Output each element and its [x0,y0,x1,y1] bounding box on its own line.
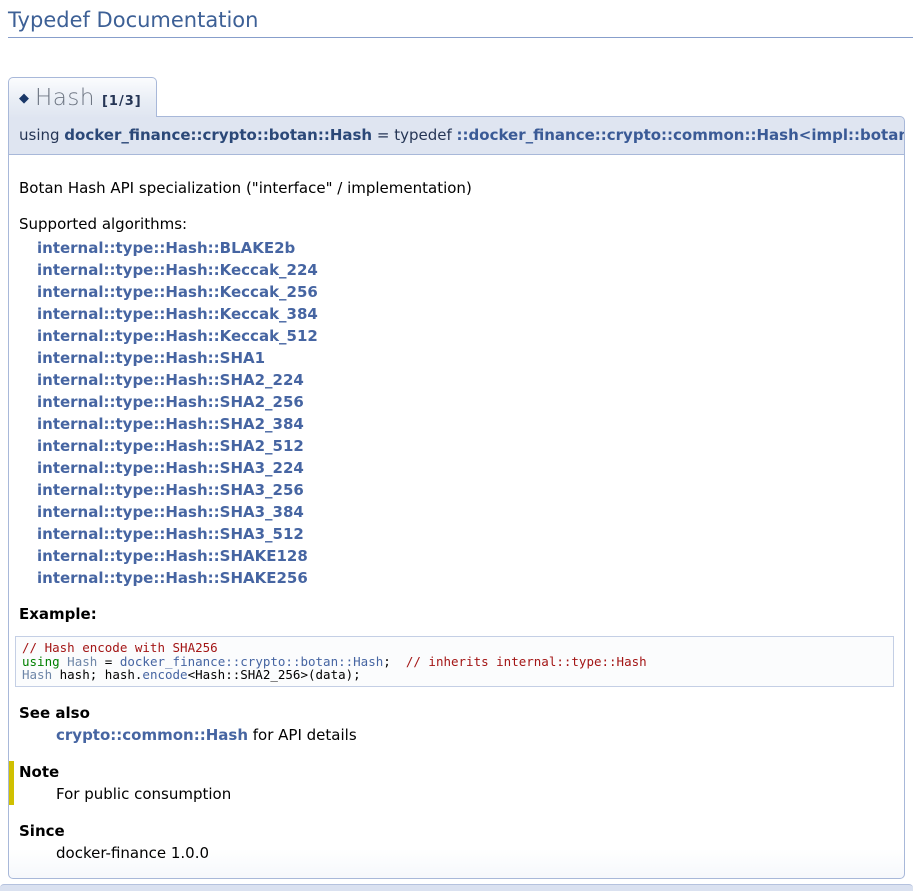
algorithm-link[interactable]: internal::type::Hash::SHA2_256 [37,391,894,413]
see-also-link[interactable]: crypto::common::Hash [56,726,248,744]
algorithm-list: internal::type::Hash::BLAKE2binternal::t… [37,237,894,589]
code-encode-link[interactable]: encode [142,667,187,682]
algorithm-link[interactable]: internal::type::Hash::Keccak_512 [37,325,894,347]
algorithm-link[interactable]: internal::type::Hash::Keccak_384 [37,303,894,325]
algorithm-link[interactable]: internal::type::Hash::Keccak_224 [37,259,894,281]
code-inline-comment: // inherits internal::type::Hash [406,654,647,669]
algorithm-link[interactable]: internal::type::Hash::SHA2_384 [37,413,894,435]
member-name: Hash [35,85,95,111]
algorithm-link[interactable]: internal::type::Hash::SHA1 [37,347,894,369]
algorithm-link[interactable]: internal::type::Hash::SHAKE256 [37,567,894,589]
note-text: For public consumption [56,785,894,803]
proto-target-link[interactable]: ::docker_finance::crypto::common::Hash<i… [457,126,905,144]
page-title: Typedef Documentation [8,8,913,38]
since-section: Since docker-finance 1.0.0 [19,820,894,864]
member-tab: ◆ Hash [1/3] [8,77,157,117]
code-plain-text: hash; hash. [52,667,142,682]
since-label: Since [19,822,894,840]
see-also-text: for API details [248,726,357,744]
proto-typedef-name: docker_finance::crypto::botan::Hash [64,126,372,144]
algorithm-link[interactable]: internal::type::Hash::SHA2_512 [37,435,894,457]
note-section: Note For public consumption [9,761,894,805]
algorithm-link[interactable]: internal::type::Hash::SHAKE128 [37,545,894,567]
member-doc: Botan Hash API specialization ("interfac… [8,155,905,879]
proto-using-keyword: using [19,126,64,144]
since-text: docker-finance 1.0.0 [56,844,894,862]
next-member-divider [0,884,913,891]
code-line-2: using Hash = docker_finance::crypto::bot… [22,655,887,669]
algorithm-link[interactable]: internal::type::Hash::BLAKE2b [37,237,894,259]
proto-equals-typedef: = typedef [372,126,456,144]
code-fragment: // Hash encode with SHA256using Hash = d… [15,636,894,687]
algorithm-link[interactable]: internal::type::Hash::SHA3_224 [37,457,894,479]
algorithm-link[interactable]: internal::type::Hash::Keccak_256 [37,281,894,303]
brief-description: Botan Hash API specialization ("interfac… [19,179,894,197]
algorithm-link[interactable]: internal::type::Hash::SHA3_512 [37,523,894,545]
proto-bar: using docker_finance::crypto::botan::Has… [8,116,905,155]
member-overload-index: [1/3] [102,94,142,109]
note-label: Note [19,763,894,781]
see-also-section: See also crypto::common::Hash for API de… [19,702,894,746]
algorithm-link[interactable]: internal::type::Hash::SHA3_384 [37,501,894,523]
see-also-label: See also [19,704,894,722]
member-item: ◆Hash[1/3] using docker_finance::crypto:… [8,77,905,879]
algorithm-link[interactable]: internal::type::Hash::SHA2_224 [37,369,894,391]
example-label: Example: [19,605,894,623]
permalink-diamond-icon[interactable]: ◆ [19,91,29,106]
algorithms-label: Supported algorithms: [19,215,894,233]
code-type-hash-link-2[interactable]: Hash [22,667,52,682]
see-also-content: crypto::common::Hash for API details [56,726,894,744]
code-line-3: Hash hash; hash.encode<Hash::SHA2_256>(d… [22,668,887,682]
code-line-1: // Hash encode with SHA256 [22,641,887,655]
code-semicolon: ; [383,654,406,669]
code-template-args: <Hash::SHA2_256>(data); [188,667,361,682]
algorithm-link[interactable]: internal::type::Hash::SHA3_256 [37,479,894,501]
